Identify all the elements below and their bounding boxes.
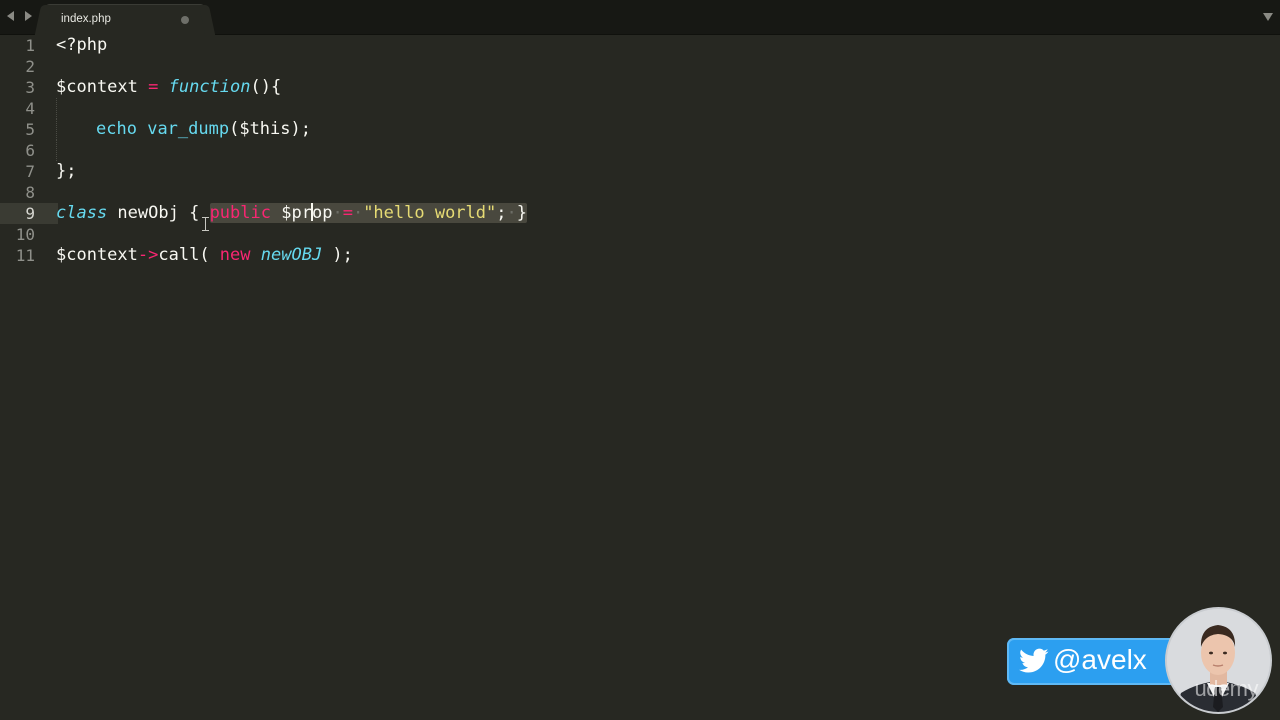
code-line[interactable]: echo var_dump($this); (56, 119, 1256, 140)
code-token: public (209, 203, 271, 223)
line-number: 9 (25, 204, 35, 223)
code-line[interactable] (56, 98, 1256, 119)
code-token: ; (496, 203, 507, 223)
line-number: 2 (25, 57, 35, 76)
code-token: <?php (56, 35, 108, 55)
code-token: = (137, 77, 169, 97)
unsaved-dot-icon[interactable] (181, 16, 189, 24)
udemy-watermark: udemy (1194, 676, 1258, 701)
code-token: ($this); (229, 119, 311, 139)
code-area[interactable]: <?php $context = function(){ echo var_dump… (56, 35, 1256, 266)
line-number: 8 (25, 183, 35, 202)
code-token: -> (137, 245, 159, 265)
code-token: call( (158, 245, 220, 265)
whitespace-marker: · (332, 203, 343, 223)
whitespace-marker: · (506, 203, 517, 223)
tab-label: index.php (61, 13, 111, 25)
mouse-ibeam-cursor-icon (202, 217, 209, 231)
code-line[interactable]: $context = function(){ (56, 77, 1256, 98)
indent-guide (56, 98, 96, 119)
code-token: new (219, 245, 251, 265)
line-number: 1 (25, 36, 35, 55)
code-token: class (56, 203, 108, 223)
twitter-bird-icon (1019, 648, 1049, 673)
code-line[interactable] (56, 56, 1256, 77)
indent-guide (56, 119, 96, 140)
twitter-handle: @avelx (1053, 644, 1147, 675)
code-line[interactable] (56, 140, 1256, 161)
line-number: 10 (15, 225, 35, 244)
code-token: echo (96, 119, 137, 139)
code-token: function (168, 77, 251, 97)
code-token: var_dump (147, 119, 230, 139)
code-line[interactable]: class newObj { public $prop·=·"hello wor… (56, 203, 1256, 224)
code-line[interactable] (56, 182, 1256, 203)
line-number: 11 (15, 246, 35, 265)
line-number: 4 (25, 99, 35, 118)
tab-navigation (6, 8, 32, 22)
presenter-avatar: udemy (1167, 609, 1270, 712)
code-token: "hello world" (363, 203, 497, 223)
line-number: 6 (25, 141, 35, 160)
code-token: $context (56, 245, 138, 265)
tab-prev-arrow-icon[interactable] (6, 8, 16, 22)
code-editor[interactable]: 1 2 3 4 5 6 7 8 9 10 11 <?php $context = function()… (0, 35, 1280, 720)
text-selection: public $prop·=·"hello world";·} (209, 203, 527, 223)
code-line[interactable]: <?php (56, 35, 1256, 56)
code-token: = (342, 203, 353, 223)
code-line[interactable]: }; (56, 161, 1256, 182)
line-number: 3 (25, 78, 35, 97)
code-line[interactable]: $context->call( new newOBJ ); (56, 245, 1256, 266)
code-token: newOBJ (260, 245, 323, 265)
line-number: 5 (25, 120, 35, 139)
code-token: newObj { (107, 203, 200, 223)
tab-bar: index.php (0, 0, 1280, 35)
editor-window: index.php 1 2 3 4 5 6 7 8 9 10 11 <?php $context = … (0, 0, 1280, 720)
tab-next-arrow-icon[interactable] (22, 8, 32, 22)
tab-list-dropdown-icon[interactable] (1263, 13, 1273, 21)
tab-index-php[interactable]: index.php (44, 5, 206, 35)
indent-guide (56, 140, 96, 161)
code-token: op (311, 203, 333, 223)
code-token: } (516, 203, 527, 223)
line-number-gutter: 1 2 3 4 5 6 7 8 9 10 11 (0, 35, 46, 266)
whitespace-marker: · (352, 203, 364, 223)
code-token: ); (322, 245, 353, 265)
code-token: $context (56, 77, 138, 97)
code-token: }; (56, 161, 77, 181)
code-token: (){ (250, 77, 282, 97)
code-token: $pr (281, 203, 312, 223)
code-line[interactable] (56, 224, 1256, 245)
line-number: 7 (25, 162, 35, 181)
